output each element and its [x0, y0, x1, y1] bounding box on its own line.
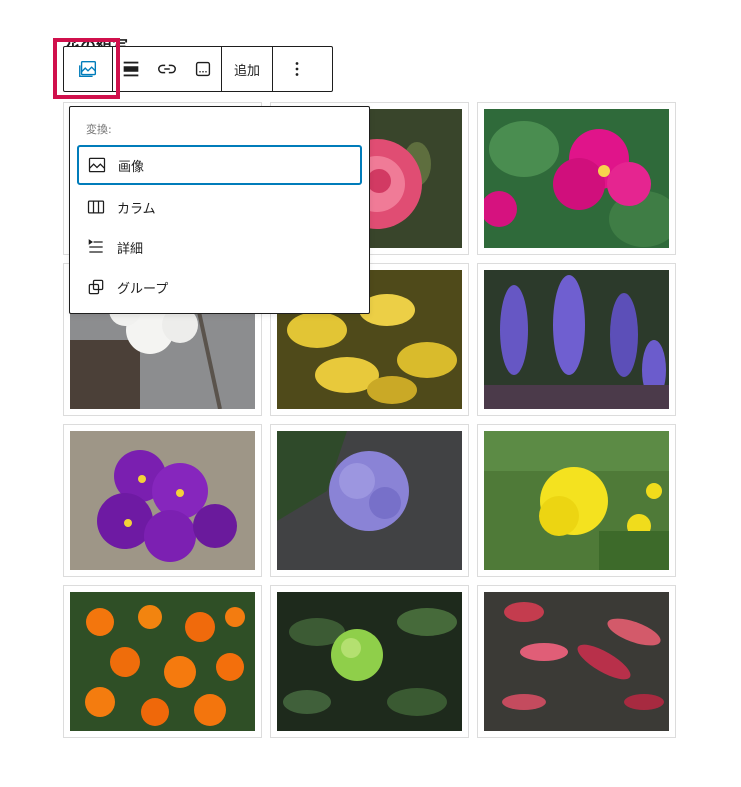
link-button[interactable] [149, 47, 185, 91]
transform-menu: 変換: 画像 カラム 詳細 グループ [69, 106, 370, 314]
group-icon [88, 279, 104, 295]
gallery-icon [79, 60, 97, 78]
align-button[interactable] [113, 47, 149, 91]
caption-button[interactable] [185, 47, 221, 91]
transform-item-group[interactable]: グループ [77, 267, 362, 307]
block-toolbar: 追加 [63, 46, 333, 92]
transform-item-details[interactable]: 詳細 [77, 227, 362, 267]
options-group [273, 47, 321, 91]
transform-item-label: カラム [117, 201, 156, 217]
gallery-image-magenta-geranium[interactable] [477, 102, 676, 255]
transform-menu-heading: 変換: [86, 123, 112, 136]
block-transform-group [64, 47, 113, 91]
caption-icon [195, 61, 211, 77]
columns-icon [87, 200, 105, 214]
gallery-image-green-citrus[interactable] [270, 585, 469, 738]
gallery-image-yellow-canna[interactable] [477, 424, 676, 577]
add-group: 追加 [222, 47, 274, 91]
gallery-image-purple-pansies[interactable] [63, 424, 262, 577]
add-button[interactable]: 追加 [222, 47, 272, 91]
gallery-image-purple-bugle[interactable] [477, 263, 676, 416]
more-vertical-icon [295, 62, 299, 76]
gallery-image-orange-marigolds[interactable] [63, 585, 262, 738]
block-tools-group [113, 47, 222, 91]
transform-item-label: グループ [117, 281, 169, 297]
gallery-image-red-autumn-leaves[interactable] [477, 585, 676, 738]
transform-item-image[interactable]: 画像 [77, 145, 362, 185]
transform-item-columns[interactable]: カラム [77, 187, 362, 227]
block-transform-button[interactable] [64, 47, 112, 91]
transform-item-label: 画像 [118, 159, 145, 175]
options-button[interactable] [273, 47, 321, 91]
details-icon [88, 239, 103, 253]
link-icon [158, 64, 176, 74]
image-icon [88, 157, 106, 173]
transform-item-label: 詳細 [117, 241, 144, 257]
gallery-image-blue-hydrangea[interactable] [270, 424, 469, 577]
align-wide-icon [123, 61, 139, 77]
